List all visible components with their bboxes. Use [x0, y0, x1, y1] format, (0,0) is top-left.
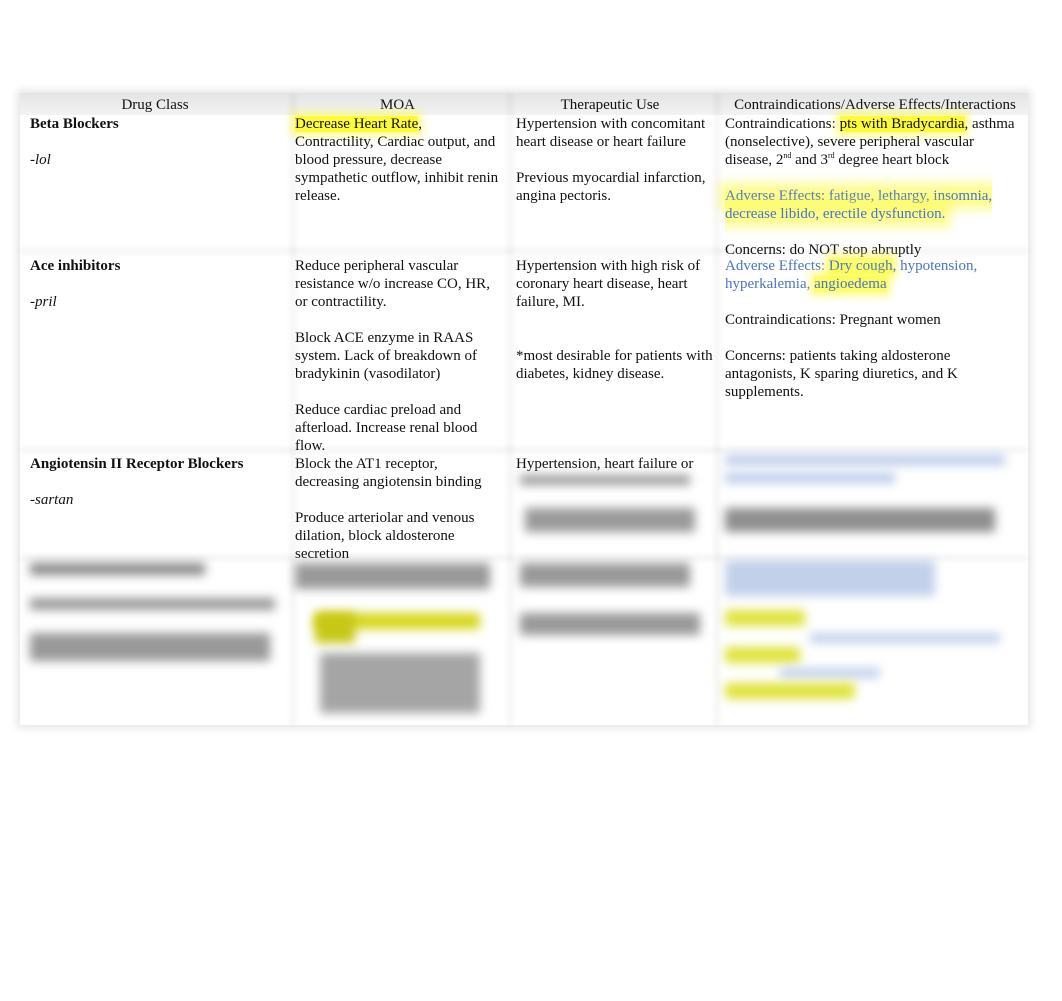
therapeutic-use-cell: Hypertension, heart failure or [516, 455, 714, 473]
header-moa: MOA [379, 97, 415, 113]
blurred-text [320, 653, 480, 713]
highlighted-text: pts with Bradycardia [839, 116, 965, 132]
blurred-text [520, 613, 700, 635]
blurred-text [525, 508, 695, 532]
drug-class-cell: Ace inhibitors -pril [30, 257, 280, 311]
moa-cell: Reduce peripheral vascular resistance w/… [295, 257, 503, 455]
highlighted-text: angioedema [814, 276, 887, 292]
contraindications-text: Contraindications: Pregnant women [725, 312, 941, 328]
moa-cell: Block the AT1 receptor, decreasing angio… [295, 455, 503, 563]
blurred-text [30, 598, 275, 610]
moa-cell: Decrease Heart Rate, Contractility, Card… [295, 115, 500, 205]
header-drug-class: Drug Class [121, 97, 189, 113]
table-header: Drug Class MOA Therapeutic Use Contraind… [20, 93, 1028, 115]
superscript: rd [828, 151, 835, 160]
highlighted-blurred-text [725, 647, 800, 663]
column-divider [714, 93, 720, 725]
blurred-text [520, 475, 690, 485]
blurred-text [725, 508, 995, 532]
blurred-text [30, 633, 270, 661]
use-text: Previous myocardial infarction, angina p… [516, 170, 706, 204]
drug-class-cell: Angiotensin II Receptor Blockers -sartan [30, 455, 285, 509]
contraindications-label: Contraindications: [725, 116, 840, 132]
moa-text: Block ACE enzyme in RAAS system. Lack of… [295, 330, 478, 382]
blurred-text [520, 563, 690, 587]
blurred-text [725, 455, 1005, 465]
row-divider [20, 447, 1028, 453]
therapeutic-use-cell: Hypertension with concomitant heart dise… [516, 115, 711, 205]
concerns-text: Concerns: patients taking aldosterone an… [725, 348, 958, 400]
adverse-effects-label: Adverse Effects: [725, 258, 829, 274]
highlighted-blurred-text [725, 683, 855, 699]
moa-text: Reduce cardiac preload and afterload. In… [295, 402, 478, 454]
contraindications-text: degree heart block [834, 152, 950, 168]
effects-cell: Adverse Effects: Dry cough, hypotension,… [725, 257, 1020, 401]
use-text: Hypertension with high risk of coronary … [516, 258, 701, 310]
drug-class-name: Beta Blockers [30, 116, 119, 132]
blurred-text [810, 633, 1000, 643]
highlighted-blurred-text [725, 610, 805, 626]
drug-suffix: -lol [30, 152, 51, 168]
use-text: Hypertension, heart failure or [516, 456, 694, 472]
drug-class-cell: Beta Blockers -lol [30, 115, 280, 169]
therapeutic-use-cell: Hypertension with high risk of coronary … [516, 257, 714, 383]
blurred-text [30, 563, 205, 575]
effects-cell: Contraindications: pts with Bradycardia,… [725, 115, 1020, 259]
moa-text: Reduce peripheral vascular resistance w/… [295, 258, 490, 310]
drug-class-name: Ace inhibitors [30, 258, 121, 274]
contraindications-text: and 3 [791, 152, 828, 168]
highlighted-text: Dry cough [828, 258, 893, 274]
drug-suffix: -sartan [30, 492, 74, 508]
blurred-text [295, 563, 490, 589]
use-text: *most desirable for patients with diabet… [516, 348, 713, 382]
adverse-effects-text: Adverse Effects: fatigue, lethargy, inso… [725, 188, 993, 222]
moa-text: Produce arteriolar and venous dilation, … [295, 510, 475, 562]
highlighted-blurred-text [315, 613, 355, 643]
blurred-text [725, 560, 935, 596]
blurred-text [725, 473, 895, 483]
moa-text: Block the AT1 receptor, decreasing angio… [295, 456, 482, 490]
use-text: Hypertension with concomitant heart dise… [516, 116, 706, 150]
drug-suffix: -pril [30, 294, 57, 310]
header-effects: Contraindications/Adverse Effects/Intera… [734, 97, 1016, 113]
drug-table: Drug Class MOA Therapeutic Use Contraind… [20, 93, 1028, 725]
drug-class-name: Angiotensin II Receptor Blockers [30, 456, 244, 472]
column-divider [507, 93, 513, 725]
blurred-text [780, 668, 880, 678]
header-therapeutic-use: Therapeutic Use [560, 97, 660, 113]
highlighted-text: Decrease Heart Rate [295, 116, 419, 132]
